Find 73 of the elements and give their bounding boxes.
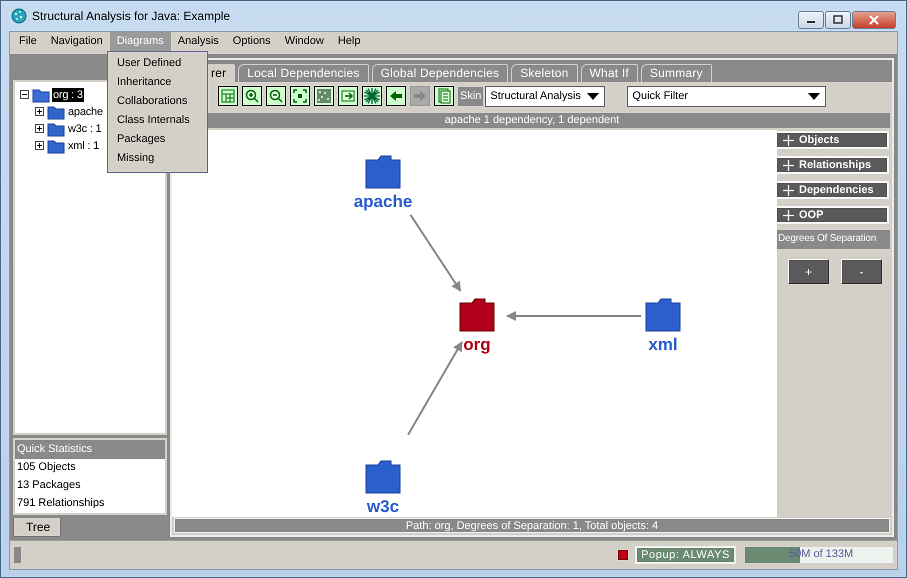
filter-dropdown[interactable]: Quick Filter	[627, 86, 826, 106]
toolbar-button[interactable]	[338, 86, 358, 106]
popup-mode-label: Popup: ALWAYS	[635, 546, 736, 564]
toolbar-button[interactable]	[434, 86, 454, 106]
skin-dropdown[interactable]: Structural Analysis	[485, 86, 606, 106]
toolbar-button[interactable]	[218, 86, 238, 106]
separation-button[interactable]: +	[788, 259, 829, 284]
tree-item[interactable]: org : 3	[52, 88, 84, 102]
plus-icon	[783, 184, 794, 196]
menu-option[interactable]: Collaborations	[108, 93, 207, 112]
folder-icon	[47, 138, 65, 154]
menu-item[interactable]: Analysis	[170, 32, 226, 52]
menu-item[interactable]: Navigation	[44, 32, 110, 52]
node-label[interactable]: org	[463, 335, 491, 355]
panel-title: Quick Statistics	[15, 440, 165, 459]
toolbar-button[interactable]	[242, 86, 262, 106]
section-header[interactable]: Dependencies	[777, 181, 889, 199]
expand-toggle[interactable]	[34, 123, 45, 134]
tree-item[interactable]: apache	[67, 104, 104, 118]
zoom-out-icon	[267, 87, 285, 105]
status-square-icon	[618, 550, 628, 560]
node-label[interactable]: w3c	[366, 497, 400, 517]
statistic-text: 791 Relationships	[16, 496, 106, 511]
statistic-text: 13 Packages	[16, 478, 82, 493]
tree-item[interactable]: w3c : 1	[67, 122, 102, 136]
maximize-icon	[833, 15, 843, 25]
close-button[interactable]	[852, 11, 896, 29]
table-icon	[219, 87, 237, 105]
expand-toggle[interactable]	[34, 106, 45, 117]
path-bar: Path: org, Degrees of Separation: 1, Total objects: 4	[174, 518, 890, 533]
globe-icon	[11, 8, 27, 24]
caret-icon	[586, 91, 600, 101]
expand-toggle[interactable]	[19, 89, 30, 100]
node-label[interactable]: xml	[648, 335, 678, 355]
minimize-button[interactable]	[798, 11, 824, 29]
window-title: Structural Analysis for Java: Example	[32, 9, 232, 23]
section-header[interactable]: Relationships	[777, 156, 889, 174]
node-label[interactable]: apache	[354, 192, 412, 212]
expand-toggle[interactable]	[34, 140, 45, 151]
plus-icon	[783, 210, 794, 220]
menu-item[interactable]: Options	[226, 32, 278, 52]
dots-icon	[315, 87, 333, 105]
toolbar-button[interactable]	[386, 86, 406, 106]
fit-icon	[291, 87, 309, 105]
menu-item[interactable]: Help	[330, 32, 368, 52]
toolbar-button[interactable]	[290, 86, 310, 106]
panel-title: Degrees Of Separation	[777, 230, 890, 249]
menu-item[interactable]: File	[12, 32, 44, 52]
zoom-in-icon	[243, 87, 261, 105]
section-header[interactable]: OOP	[777, 206, 889, 224]
toolbar-button[interactable]	[266, 86, 286, 106]
folder-icon	[47, 120, 65, 136]
tab[interactable]: Tree	[13, 518, 62, 537]
caret-icon	[807, 91, 822, 101]
menu-option[interactable]: Class Internals	[108, 112, 207, 131]
status-indicator	[14, 547, 21, 563]
separation-button[interactable]: -	[841, 259, 882, 284]
menu-option[interactable]: Missing	[108, 150, 207, 169]
skin-label: Skin	[458, 86, 484, 106]
starburst-icon	[363, 87, 381, 105]
toolbar-button[interactable]	[362, 86, 382, 106]
menu-option[interactable]: Packages	[108, 131, 207, 150]
statistic-text: 105 Objects	[16, 460, 77, 475]
maximize-button[interactable]	[825, 11, 851, 29]
toolbar-button[interactable]	[314, 86, 334, 106]
plus-icon	[783, 160, 794, 170]
section-header[interactable]: Objects	[777, 131, 889, 149]
menu-item[interactable]: Window	[278, 32, 331, 52]
folder-icon	[32, 86, 50, 102]
folder-icon	[47, 104, 65, 120]
tree-item[interactable]: xml : 1	[67, 138, 100, 152]
plus-icon	[783, 134, 794, 146]
close-icon	[869, 15, 879, 25]
